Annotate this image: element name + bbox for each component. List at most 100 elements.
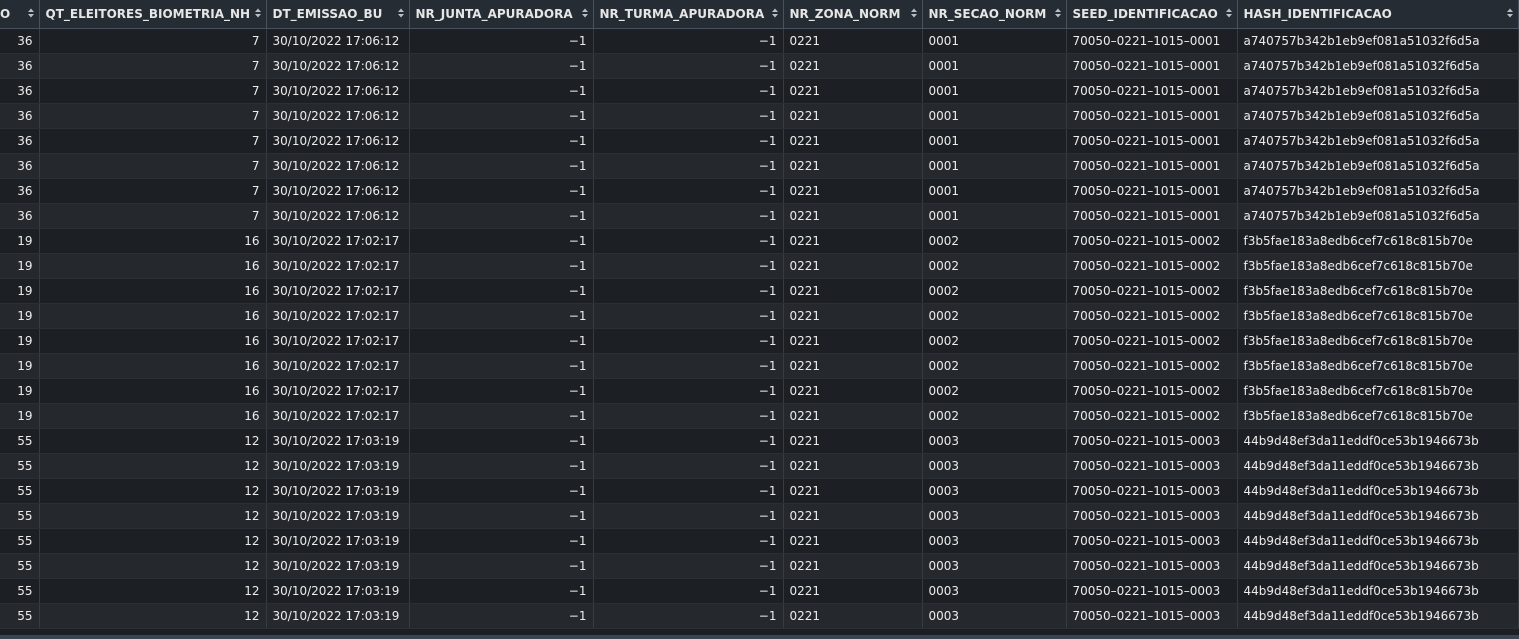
table-cell[interactable]: a740757b342b1eb9ef081a51032f6d5a [1237,153,1519,179]
table-cell[interactable]: f3b5fae183a8edb6cef7c618c815b70e [1237,378,1519,404]
table-cell[interactable]: 30/10/2022 17:02:17 [266,253,410,279]
sort-arrows-icon[interactable] [581,7,589,19]
table-cell[interactable]: 0003 [922,428,1067,454]
table-cell[interactable]: −1 [593,478,784,504]
table-cell[interactable]: 55 [0,503,40,529]
table-cell[interactable]: 0221 [783,53,923,79]
table-cell[interactable]: f3b5fae183a8edb6cef7c618c815b70e [1237,303,1519,329]
table-cell[interactable]: 16 [39,353,267,379]
table-cell[interactable]: −1 [593,453,784,479]
table-cell[interactable]: 16 [39,303,267,329]
table-cell[interactable]: −1 [409,78,594,104]
table-cell[interactable]: 7 [39,53,267,79]
table-cell[interactable]: a740757b342b1eb9ef081a51032f6d5a [1237,203,1519,229]
table-cell[interactable]: 0221 [783,278,923,304]
table-cell[interactable]: 36 [0,78,40,104]
sort-arrows-icon[interactable] [1054,7,1062,19]
table-cell[interactable]: −1 [409,153,594,179]
table-cell[interactable]: 36 [0,103,40,129]
table-cell[interactable]: −1 [409,428,594,454]
table-cell[interactable]: 55 [0,528,40,554]
table-cell[interactable]: 0003 [922,528,1067,554]
table-cell[interactable]: −1 [593,278,784,304]
table-cell[interactable]: 30/10/2022 17:02:17 [266,328,410,354]
table-cell[interactable]: 30/10/2022 17:06:12 [266,203,410,229]
table-cell[interactable]: 30/10/2022 17:06:12 [266,128,410,154]
table-cell[interactable]: 30/10/2022 17:06:12 [266,78,410,104]
table-cell[interactable]: f3b5fae183a8edb6cef7c618c815b70e [1237,253,1519,279]
table-cell[interactable]: −1 [409,53,594,79]
table-cell[interactable]: 30/10/2022 17:06:12 [266,28,410,54]
sort-arrows-icon[interactable] [27,7,35,19]
table-cell[interactable]: 16 [39,253,267,279]
table-cell[interactable]: 0221 [783,28,923,54]
table-cell[interactable]: −1 [593,428,784,454]
table-cell[interactable]: 36 [0,203,40,229]
table-cell[interactable]: 36 [0,28,40,54]
table-cell[interactable]: 44b9d48ef3da11eddf0ce53b1946673b [1237,578,1519,604]
table-row[interactable]: 55 12 30/10/2022 17:03:19 −1 −1 0221 0003 70050… [0,553,1519,579]
table-cell[interactable]: 55 [0,603,40,629]
table-cell[interactable]: 0002 [922,353,1067,379]
table-cell[interactable]: 0002 [922,403,1067,429]
data-grid[interactable]: O QT_ELEITORES_BIOMETRIA_NH DT_EMISSAO_BU N… [0,0,1519,639]
column-header[interactable]: O [0,0,40,29]
table-cell[interactable]: −1 [593,128,784,154]
table-cell[interactable]: 16 [39,378,267,404]
sort-arrows-icon[interactable] [771,7,779,19]
table-row[interactable]: 19 16 30/10/2022 17:02:17 −1 −1 0221 0002 70050… [0,228,1519,254]
column-header[interactable]: HASH_IDENTIFICACAO [1237,0,1519,29]
table-cell[interactable]: 0221 [783,328,923,354]
table-cell[interactable]: 44b9d48ef3da11eddf0ce53b1946673b [1237,428,1519,454]
table-cell[interactable]: 30/10/2022 17:03:19 [266,503,410,529]
table-cell[interactable]: 44b9d48ef3da11eddf0ce53b1946673b [1237,478,1519,504]
table-cell[interactable]: 44b9d48ef3da11eddf0ce53b1946673b [1237,553,1519,579]
table-cell[interactable]: 30/10/2022 17:06:12 [266,103,410,129]
table-cell[interactable]: 55 [0,428,40,454]
table-cell[interactable]: 0001 [922,53,1067,79]
table-cell[interactable]: a740757b342b1eb9ef081a51032f6d5a [1237,128,1519,154]
table-cell[interactable]: 19 [0,228,40,254]
column-header[interactable]: DT_EMISSAO_BU [266,0,410,29]
table-cell[interactable]: −1 [409,278,594,304]
table-cell[interactable]: 30/10/2022 17:06:12 [266,153,410,179]
table-cell[interactable]: 0002 [922,278,1067,304]
table-cell[interactable]: 30/10/2022 17:02:17 [266,378,410,404]
table-row[interactable]: 19 16 30/10/2022 17:02:17 −1 −1 0221 0002 70050… [0,303,1519,329]
table-cell[interactable]: −1 [409,328,594,354]
table-cell[interactable]: 44b9d48ef3da11eddf0ce53b1946673b [1237,453,1519,479]
table-cell[interactable]: 0221 [783,403,923,429]
table-cell[interactable]: −1 [593,203,784,229]
table-cell[interactable]: 0001 [922,103,1067,129]
table-cell[interactable]: −1 [409,478,594,504]
table-cell[interactable]: 19 [0,253,40,279]
table-cell[interactable]: 70050–0221–1015–0002 [1066,278,1238,304]
table-cell[interactable]: 0003 [922,553,1067,579]
column-header[interactable]: SEED_IDENTIFICACAO [1066,0,1238,29]
table-cell[interactable]: 19 [0,378,40,404]
table-cell[interactable]: 19 [0,353,40,379]
table-cell[interactable]: 12 [39,603,267,629]
table-cell[interactable]: 55 [0,578,40,604]
table-cell[interactable]: f3b5fae183a8edb6cef7c618c815b70e [1237,228,1519,254]
table-cell[interactable]: 30/10/2022 17:06:12 [266,53,410,79]
table-cell[interactable]: 0001 [922,128,1067,154]
table-row[interactable]: 36 7 30/10/2022 17:06:12 −1 −1 0221 0001 70050–… [0,53,1519,79]
table-cell[interactable]: f3b5fae183a8edb6cef7c618c815b70e [1237,278,1519,304]
table-cell[interactable]: 70050–0221–1015–0001 [1066,53,1238,79]
table-cell[interactable]: 16 [39,328,267,354]
table-cell[interactable]: 12 [39,528,267,554]
table-cell[interactable]: −1 [409,303,594,329]
table-cell[interactable]: 0221 [783,253,923,279]
table-cell[interactable]: 70050–0221–1015–0002 [1066,228,1238,254]
table-cell[interactable]: 0221 [783,203,923,229]
column-header[interactable]: QT_ELEITORES_BIOMETRIA_NH [39,0,267,29]
table-cell[interactable]: f3b5fae183a8edb6cef7c618c815b70e [1237,403,1519,429]
table-cell[interactable]: 0221 [783,78,923,104]
table-cell[interactable]: −1 [593,178,784,204]
table-cell[interactable]: 0001 [922,153,1067,179]
table-cell[interactable]: 12 [39,503,267,529]
table-cell[interactable]: 30/10/2022 17:03:19 [266,603,410,629]
table-cell[interactable]: 0221 [783,528,923,554]
column-header[interactable]: NR_JUNTA_APURADORA [409,0,594,29]
